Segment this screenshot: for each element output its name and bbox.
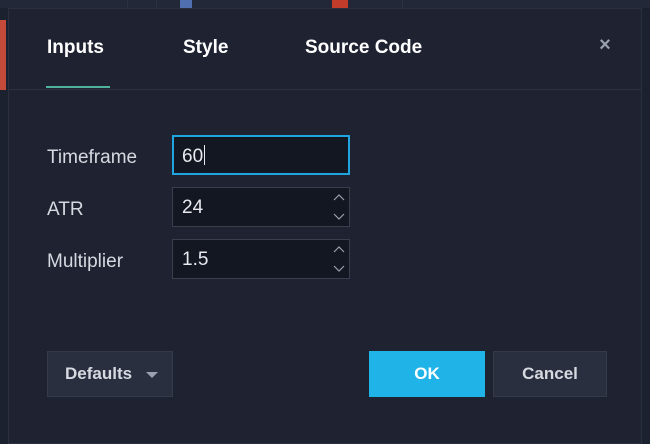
text-caret [204, 145, 206, 165]
dialog-header: Inputs Style Source Code × [9, 9, 641, 90]
atr-value: 24 [182, 197, 204, 218]
atr-increment-button[interactable] [329, 188, 349, 207]
backdrop-red-candle [332, 0, 348, 8]
backdrop-red-marker [0, 20, 6, 90]
atr-input[interactable]: 24 [172, 187, 350, 227]
caret-down-icon [146, 372, 158, 378]
chevron-down-icon [333, 265, 345, 272]
timeframe-value-wrap: 60 [182, 145, 206, 168]
indicator-settings-dialog: Inputs Style Source Code × Timeframe 60 … [8, 8, 642, 444]
tab-style[interactable]: Style [183, 37, 228, 59]
multiplier-stepper [329, 240, 349, 278]
tab-inputs[interactable]: Inputs [47, 37, 104, 59]
multiplier-decrement-button[interactable] [329, 259, 349, 278]
chevron-up-icon [333, 194, 345, 201]
multiplier-label: Multiplier [47, 251, 124, 272]
multiplier-value: 1.5 [182, 249, 209, 270]
timeframe-input[interactable]: 60 [172, 135, 350, 175]
ok-button[interactable]: OK [369, 351, 485, 397]
defaults-label: Defaults [65, 364, 133, 383]
chevron-down-icon [333, 213, 345, 220]
close-icon[interactable]: × [593, 33, 617, 57]
defaults-button[interactable]: Defaults [47, 351, 173, 397]
multiplier-input[interactable]: 1.5 [172, 239, 350, 279]
chevron-up-icon [333, 246, 345, 253]
cancel-button[interactable]: Cancel [493, 351, 607, 397]
atr-label: ATR [47, 199, 84, 220]
timeframe-label: Timeframe [47, 147, 138, 168]
backdrop-top-strip [0, 0, 650, 8]
atr-stepper [329, 188, 349, 226]
atr-decrement-button[interactable] [329, 207, 349, 226]
active-tab-indicator [46, 86, 110, 88]
backdrop-blue-candle [180, 0, 192, 8]
tab-source-code[interactable]: Source Code [305, 37, 422, 59]
timeframe-value: 60 [182, 146, 204, 167]
multiplier-increment-button[interactable] [329, 240, 349, 259]
